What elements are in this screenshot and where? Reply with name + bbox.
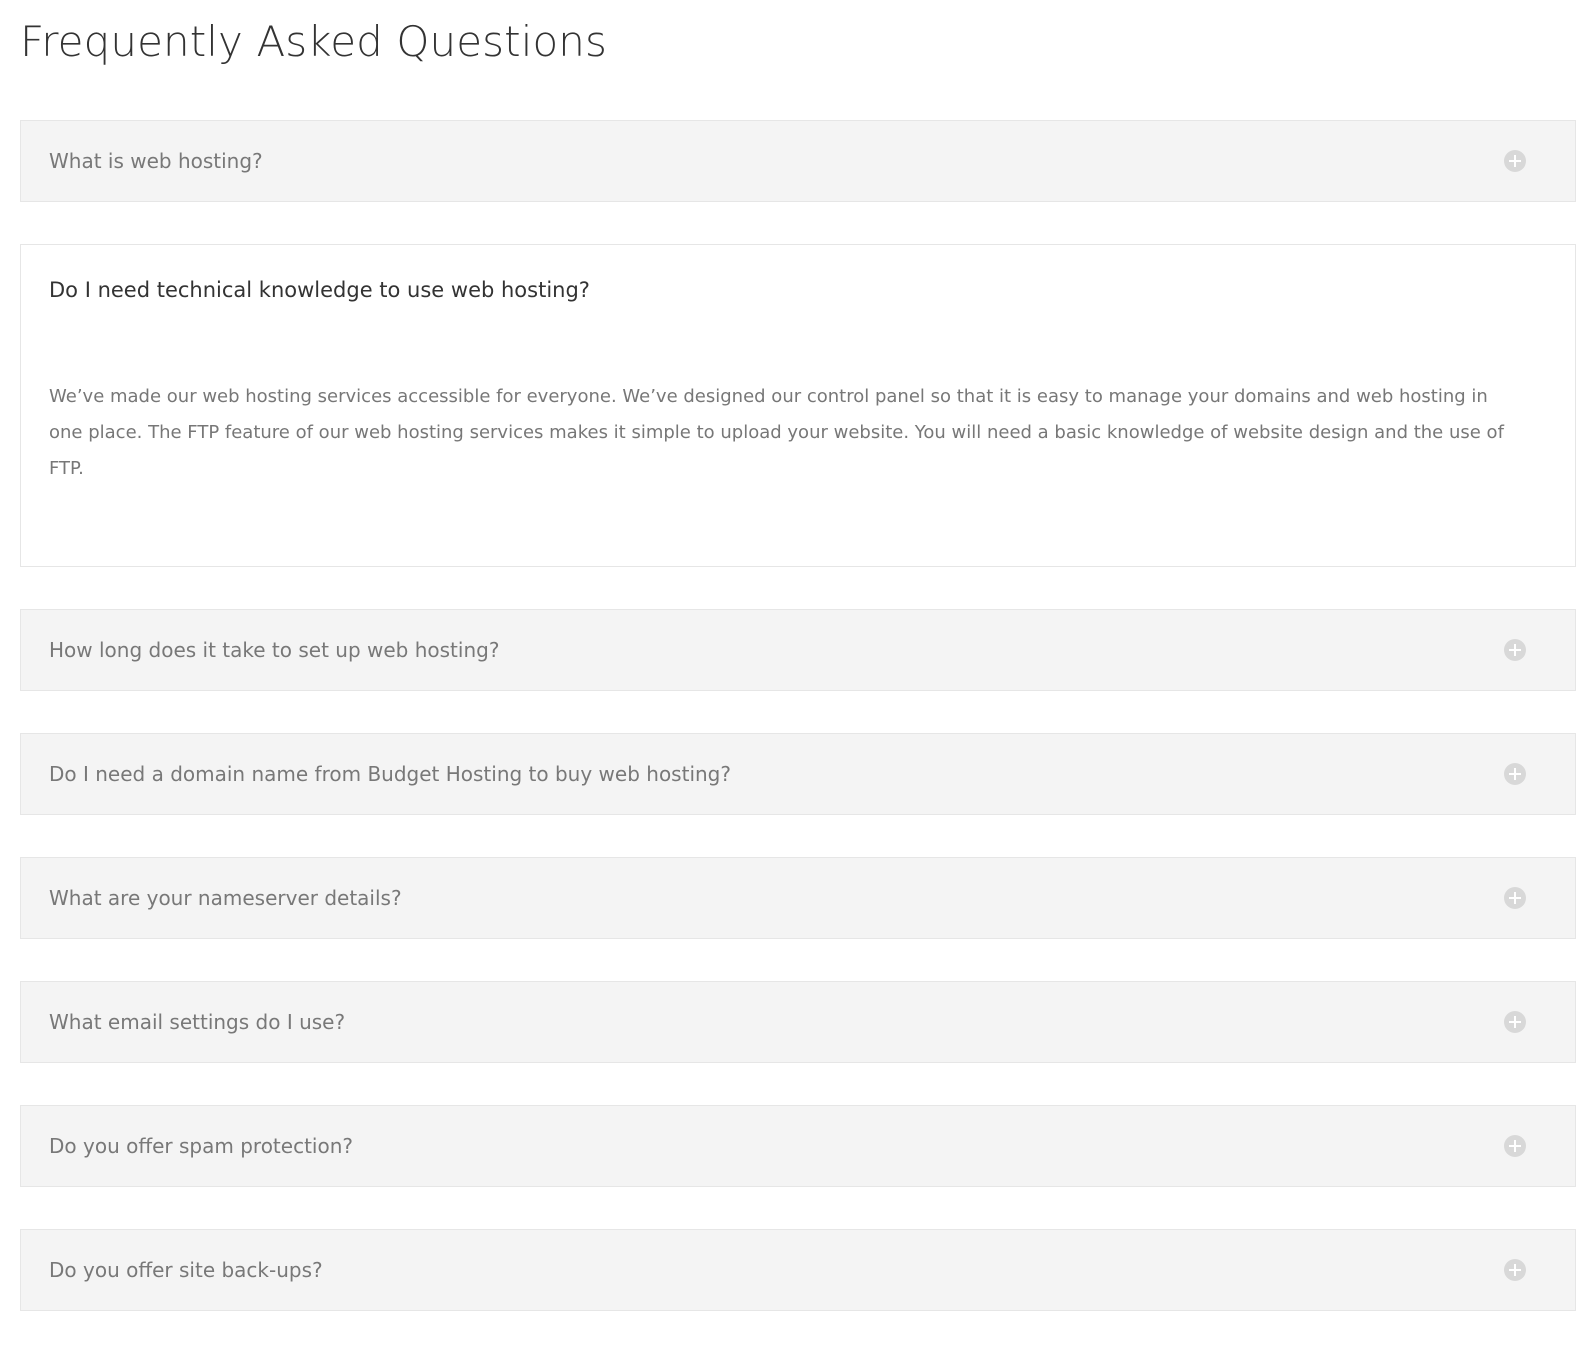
faq-item-header[interactable]: What are your nameserver details? [20,857,1576,939]
plus-circle-icon[interactable] [1504,150,1526,172]
plus-circle-icon[interactable] [1504,763,1526,785]
faq-item-header[interactable]: How long does it take to set up web host… [20,609,1576,691]
plus-circle-icon[interactable] [1504,1011,1526,1033]
faq-item-header[interactable]: Do you offer site back-ups? [20,1229,1576,1311]
faq-question-label: Do I need technical knowledge to use web… [49,278,590,302]
faq-item-header[interactable]: What email settings do I use? [20,981,1576,1063]
answer-spacer [49,305,1547,379]
plus-circle-icon[interactable] [1504,1259,1526,1281]
faq-question-label: Do you offer site back-ups? [49,1258,323,1282]
faq-question-label: What email settings do I use? [49,1010,346,1034]
faq-page: Frequently Asked Questions What is web h… [0,0,1596,1347]
plus-circle-icon[interactable] [1504,1135,1526,1157]
faq-item[interactable]: How long does it take to set up web host… [20,609,1576,691]
faq-item-header[interactable]: What is web hosting? [20,120,1576,202]
faq-item[interactable]: What are your nameserver details? [20,857,1576,939]
faq-question-label: What are your nameserver details? [49,886,402,910]
faq-item[interactable]: Do I need a domain name from Budget Host… [20,733,1576,815]
faq-accordion: What is web hosting? Do I need technical… [20,120,1576,1353]
faq-item[interactable]: Do you offer site back-ups? [20,1229,1576,1311]
faq-question-label: Do I need a domain name from Budget Host… [49,762,731,786]
faq-item-expanded[interactable]: Do I need technical knowledge to use web… [20,244,1576,567]
faq-question-label: How long does it take to set up web host… [49,638,500,662]
faq-answer-text: We’ve made our web hosting services acce… [49,386,1504,479]
plus-circle-icon[interactable] [1504,887,1526,909]
plus-circle-icon[interactable] [1504,639,1526,661]
faq-item[interactable]: What is web hosting? [20,120,1576,202]
faq-question-label: What is web hosting? [49,149,263,173]
faq-question-label: Do you offer spam protection? [49,1134,353,1158]
faq-item-header[interactable]: Do I need a domain name from Budget Host… [20,733,1576,815]
faq-item[interactable]: What email settings do I use? [20,981,1576,1063]
page-title: Frequently Asked Questions [20,17,607,66]
faq-item-header[interactable]: Do you offer spam protection? [20,1105,1576,1187]
faq-item[interactable]: Do you offer spam protection? [20,1105,1576,1187]
